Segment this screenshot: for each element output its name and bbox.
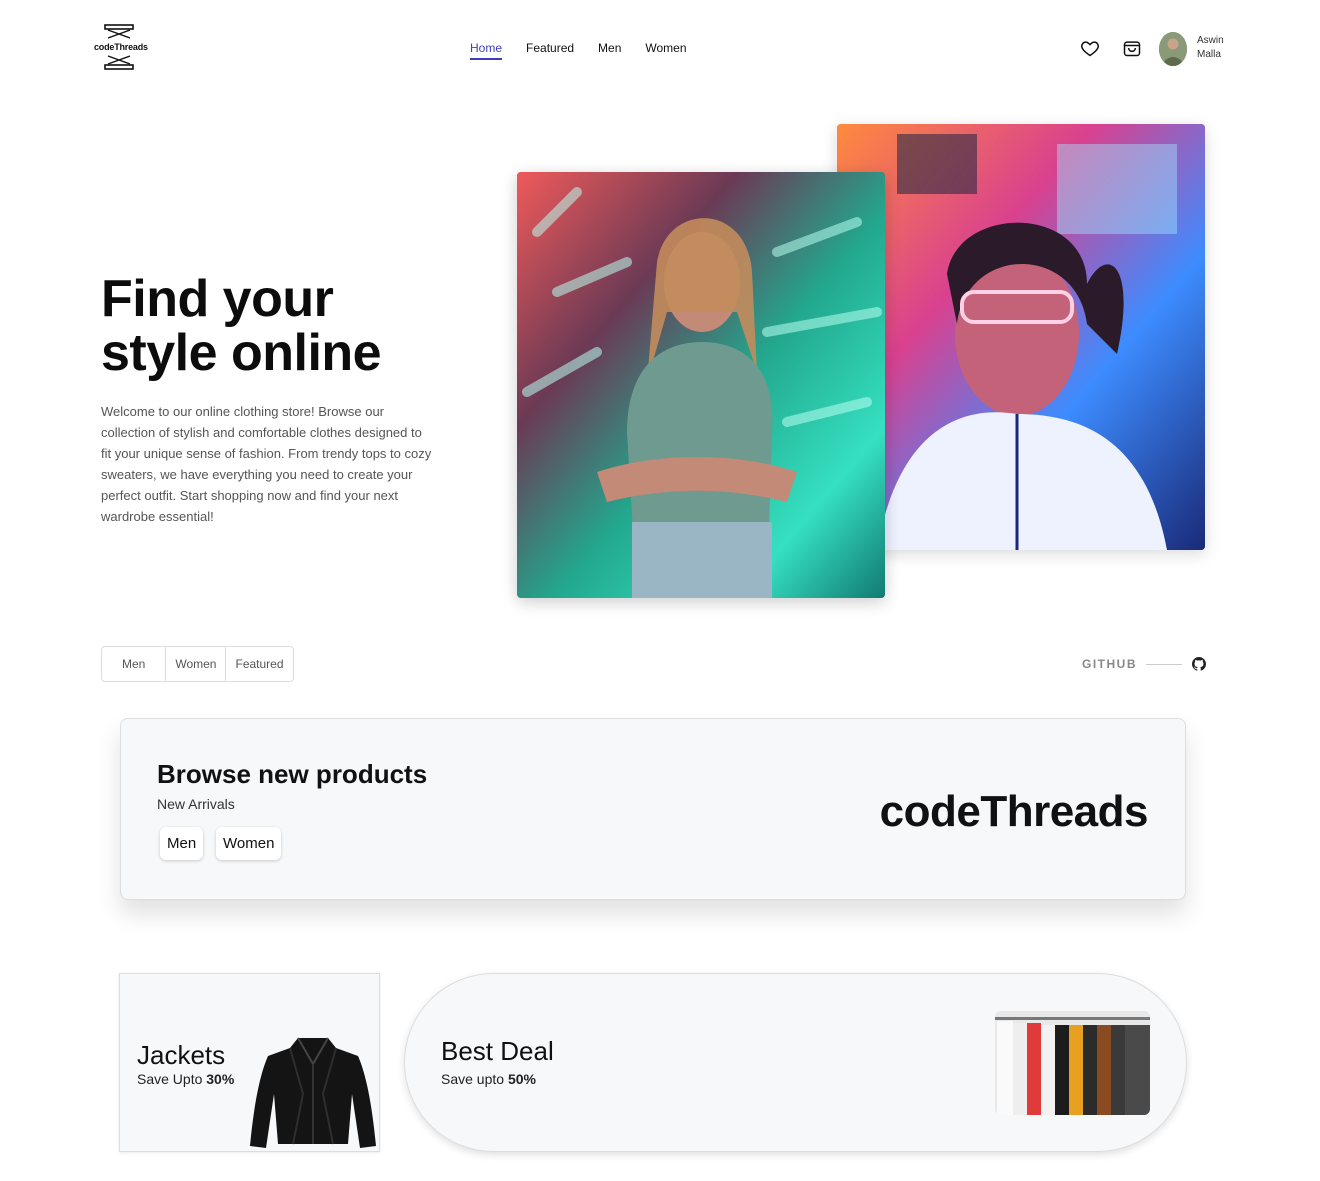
jackets-discount-prefix: Save Upto [137,1071,203,1087]
github-icon[interactable] [1192,657,1206,671]
github-label[interactable]: GITHUB [1082,657,1137,671]
best-deal-card[interactable]: Best Deal Save upto 50% [404,973,1187,1152]
hero-title-line-2: style online [101,324,382,382]
logo-text: codeThreads [93,42,149,52]
nav-home[interactable]: Home [470,41,503,60]
user-photo-icon [1159,32,1187,66]
browse-subtitle: New Arrivals [157,796,235,812]
browse-women-button[interactable]: Women [216,827,282,860]
deal-discount: Save upto 50% [441,1071,554,1087]
user-name[interactable]: Aswin Malla [1197,34,1224,62]
nav-featured[interactable]: Featured [526,41,574,60]
clothes-rack-icon [995,1011,1150,1115]
woman-neon-green-photo-icon [517,172,885,598]
jackets-discount-value: 30% [206,1071,235,1087]
hero-photo-back [837,124,1205,550]
jackets-discount: Save Upto 30% [137,1071,234,1087]
nav-men[interactable]: Men [598,41,621,60]
user-first-name: Aswin [1197,35,1224,46]
filter-men[interactable]: Men [102,647,167,681]
deal-discount-prefix: Save upto [441,1071,505,1087]
leather-jacket-icon [250,1037,376,1148]
jackets-title: Jackets [137,1040,226,1070]
shopping-bag-icon[interactable] [1122,38,1142,58]
jackets-promo-card[interactable]: Jackets Save Upto 30% [119,973,380,1152]
browse-title: Browse new products [157,759,428,789]
hero-description: Welcome to our online clothing store! Br… [101,404,432,524]
deal-title: Best Deal [441,1036,554,1066]
user-last-name: Malla [1197,49,1221,60]
hero-title-line-1: Find your [101,270,334,328]
nav-women[interactable]: Women [645,41,686,60]
deal-image [995,1011,1150,1115]
browse-men-button[interactable]: Men [160,827,204,860]
browse-products-card: Browse new products New Arrivals Men Wom… [120,718,1186,900]
hero-photo-front [517,172,885,598]
avatar[interactable] [1159,32,1187,66]
main-nav: Home Featured Men Women [470,41,687,60]
divider [1146,664,1182,665]
brand-wordmark: codeThreads [879,787,1149,836]
category-filter-group: Men Women Featured [101,646,294,682]
hero-title: Find your style online [101,270,382,382]
deal-discount-value: 50% [507,1071,536,1087]
heart-icon[interactable] [1080,38,1100,58]
logo[interactable]: codeThreads [93,24,153,70]
filter-featured[interactable]: Featured [226,647,292,681]
filter-women[interactable]: Women [166,647,227,681]
woman-neon-photo-icon [837,124,1205,550]
